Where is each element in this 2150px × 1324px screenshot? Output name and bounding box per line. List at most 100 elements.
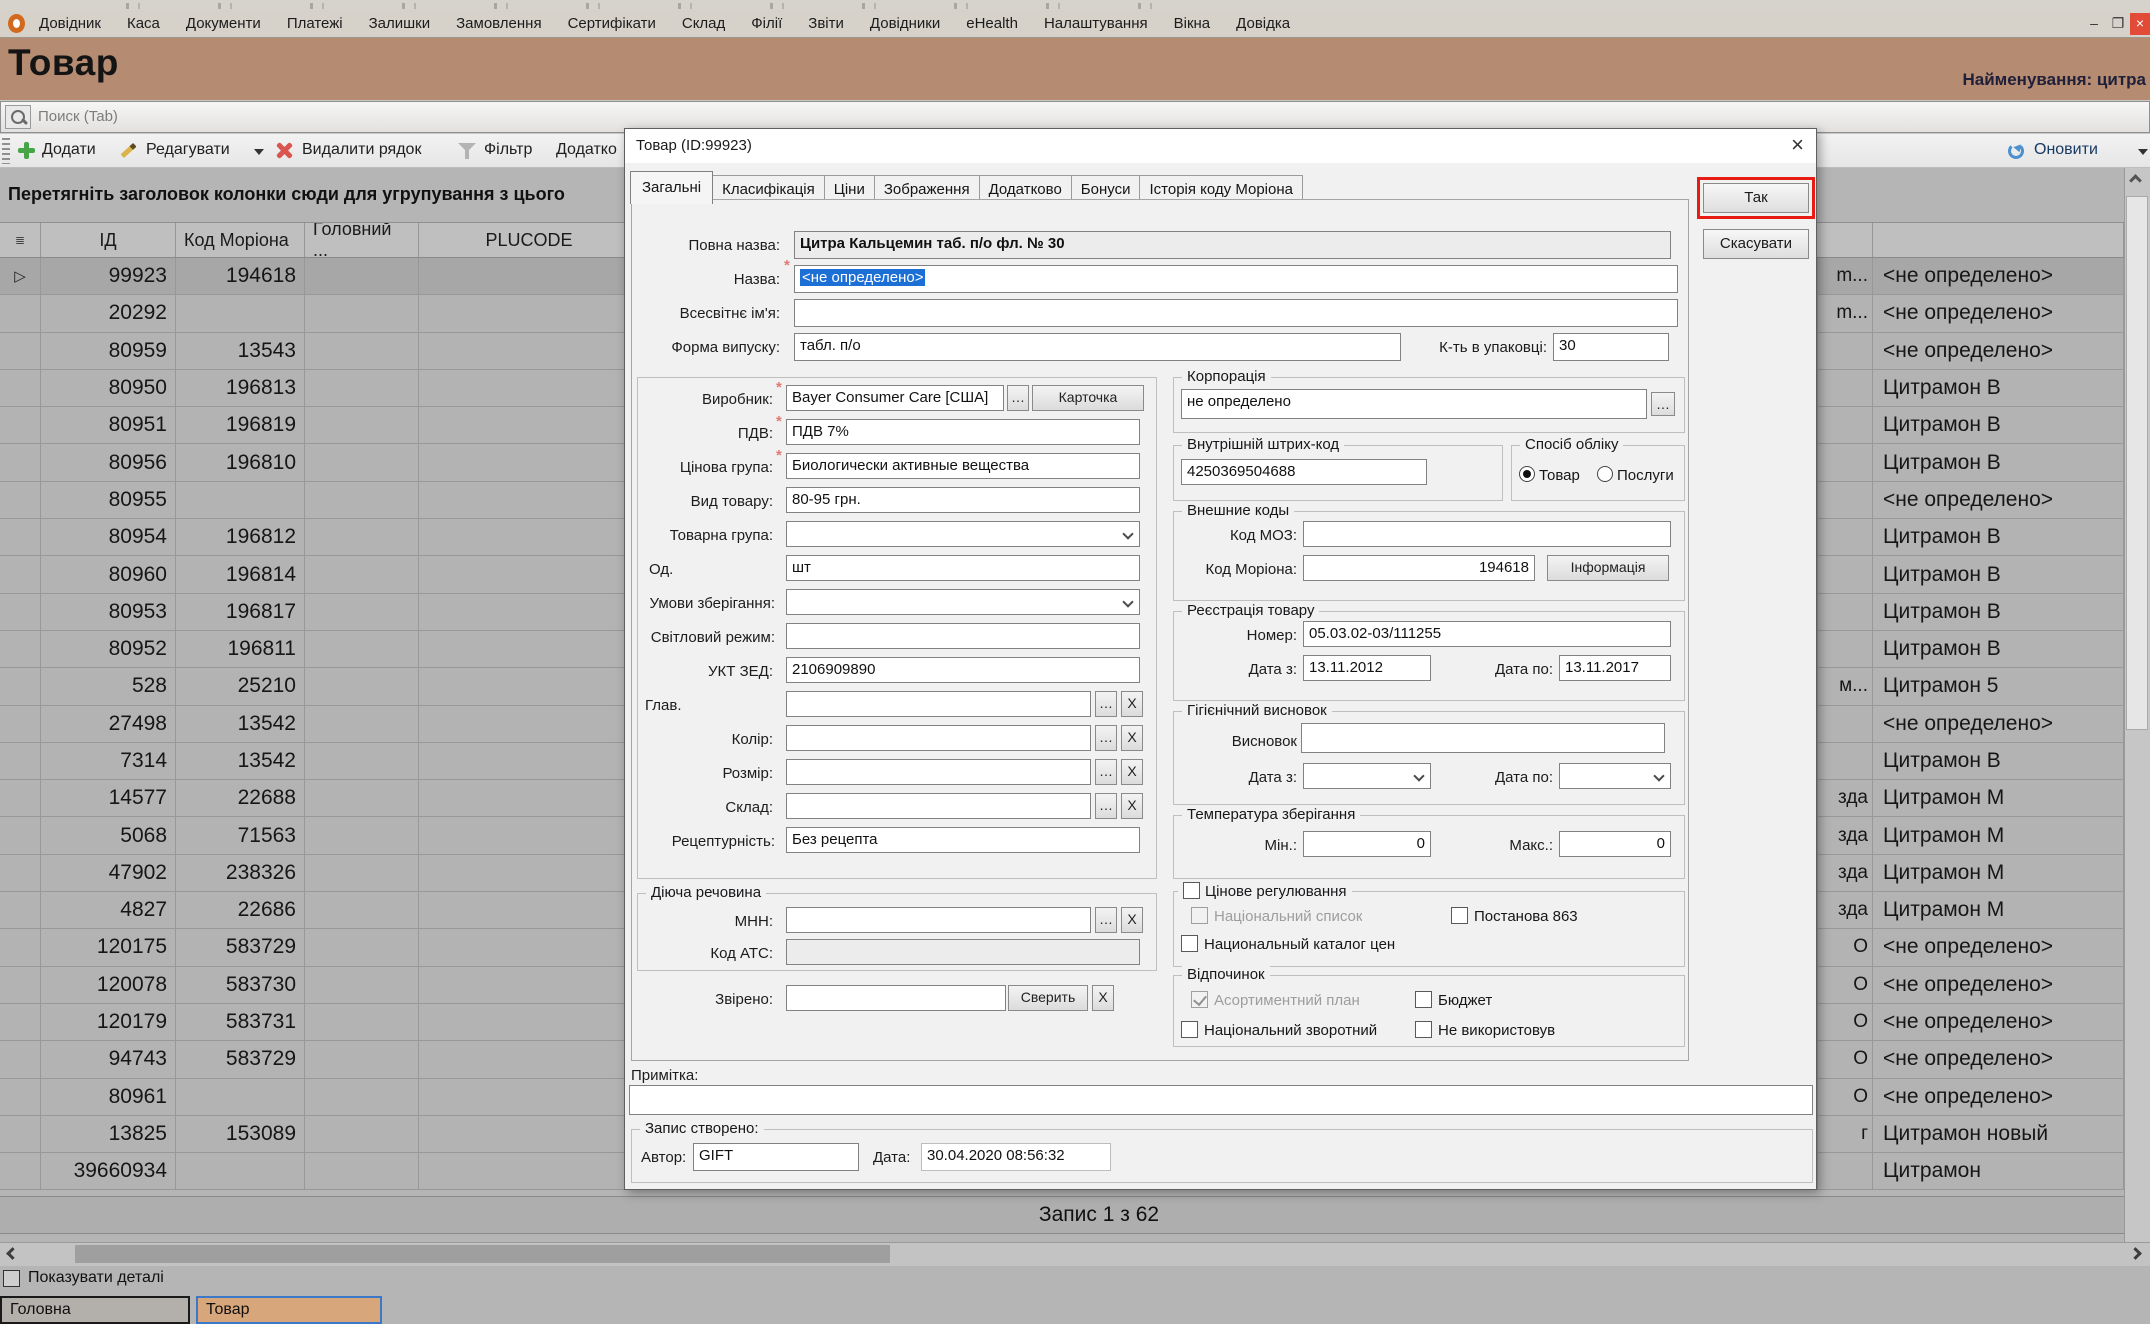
info-button[interactable]: Інформація: [1547, 555, 1669, 581]
color-clear-button[interactable]: X: [1121, 725, 1143, 751]
budget-checkbox[interactable]: [1415, 991, 1432, 1008]
cancel-button[interactable]: Скасувати: [1703, 229, 1809, 259]
morion-code-field[interactable]: 194618: [1303, 555, 1535, 581]
menu-ehealth[interactable]: eHealth: [966, 15, 1018, 32]
mnn-clear-button[interactable]: X: [1121, 907, 1143, 933]
toolbar-overflow-icon[interactable]: [2138, 149, 2148, 155]
corporation-picker-button[interactable]: …: [1651, 392, 1675, 416]
product-kind-select[interactable]: 80-95 грн.: [786, 487, 1140, 513]
size-picker-button[interactable]: …: [1095, 759, 1117, 785]
hyg-date-from-select[interactable]: [1303, 763, 1431, 789]
glav-clear-button[interactable]: X: [1121, 691, 1143, 717]
menu-dovidnyky[interactable]: Довідники: [870, 15, 940, 32]
minimize-button[interactable]: –: [2082, 13, 2106, 35]
column-header-plucode[interactable]: PLUCODE: [419, 223, 640, 257]
reg-date-from-select[interactable]: 13.11.2012: [1303, 655, 1431, 681]
menu-nalashtuvannya[interactable]: Налаштування: [1044, 15, 1148, 32]
menu-zalyshky[interactable]: Залишки: [369, 15, 431, 32]
full-name-field[interactable]: Цитра Кальцемин таб. п/о фл. № 30: [794, 231, 1671, 259]
menu-sertyfikaty[interactable]: Сертифікати: [568, 15, 656, 32]
ukt-zed-field[interactable]: 2106909890: [786, 657, 1140, 683]
radio-goods[interactable]: [1519, 466, 1535, 482]
reg-number-field[interactable]: 05.03.02-03/111255: [1303, 621, 1671, 647]
menu-vikna[interactable]: Вікна: [1174, 15, 1211, 32]
conclusion-field[interactable]: [1301, 723, 1665, 753]
light-mode-field[interactable]: [786, 623, 1140, 649]
selector-header[interactable]: ≣: [0, 223, 41, 257]
column-header-name[interactable]: [1873, 223, 2124, 257]
corporation-field[interactable]: не определено: [1181, 389, 1647, 419]
footer-tab-goods[interactable]: Товар: [196, 1296, 382, 1324]
show-details-checkbox[interactable]: [3, 1270, 20, 1287]
column-header-golovny[interactable]: Головний ...: [305, 223, 419, 257]
glav-picker-button[interactable]: …: [1095, 691, 1117, 717]
assortment-plan-checkbox[interactable]: [1191, 991, 1208, 1008]
delete-row-button[interactable]: Видалити рядок: [302, 141, 421, 159]
checked-field[interactable]: [786, 985, 1006, 1011]
pack-qty-field[interactable]: 30: [1553, 333, 1669, 361]
mnn-field[interactable]: [786, 907, 1091, 933]
more-button[interactable]: Додатко: [556, 141, 617, 159]
prescription-select[interactable]: Без рецепта: [786, 827, 1140, 853]
vertical-scroll-thumb[interactable]: [2126, 196, 2148, 730]
size-clear-button[interactable]: X: [1121, 759, 1143, 785]
national-list-checkbox[interactable]: [1191, 907, 1208, 924]
menu-dovidka[interactable]: Довідка: [1236, 15, 1290, 32]
producer-picker-button[interactable]: …: [1007, 385, 1029, 411]
color-field[interactable]: [786, 725, 1091, 751]
menu-filii[interactable]: Філії: [751, 15, 782, 32]
resolution-863-checkbox[interactable]: [1451, 907, 1468, 924]
tab-zagalni[interactable]: Загальні: [630, 171, 713, 204]
ok-button[interactable]: Так: [1703, 183, 1809, 213]
refresh-button[interactable]: Оновити: [2034, 141, 2098, 159]
column-header-morion-code[interactable]: Код Моріона: [176, 223, 305, 257]
name-field[interactable]: <не определено>: [794, 265, 1678, 293]
add-button[interactable]: Додати: [42, 141, 96, 159]
mnn-picker-button[interactable]: …: [1095, 907, 1117, 933]
price-regulation-checkbox[interactable]: [1183, 882, 1200, 899]
unit-select[interactable]: шт: [786, 555, 1140, 581]
release-form-field[interactable]: табл. п/о: [794, 333, 1401, 361]
note-field[interactable]: [629, 1085, 1813, 1115]
warehouse-field[interactable]: [786, 793, 1091, 819]
menu-dokumenty[interactable]: Документи: [186, 15, 261, 32]
verify-button[interactable]: Сверить: [1008, 985, 1088, 1011]
reg-date-to-select[interactable]: 13.11.2017: [1559, 655, 1671, 681]
temp-max-field[interactable]: 0: [1559, 831, 1671, 857]
edit-button[interactable]: Редагувати: [146, 141, 230, 159]
storage-conditions-select[interactable]: [786, 589, 1140, 615]
national-catalog-checkbox[interactable]: [1181, 935, 1198, 952]
national-return-checkbox[interactable]: [1181, 1021, 1198, 1038]
size-field[interactable]: [786, 759, 1091, 785]
menu-sklad[interactable]: Склад: [682, 15, 725, 32]
warehouse-picker-button[interactable]: …: [1095, 793, 1117, 819]
product-group-select[interactable]: [786, 521, 1140, 547]
horizontal-scroll-thumb[interactable]: [75, 1245, 890, 1263]
glav-field[interactable]: [786, 691, 1091, 717]
color-picker-button[interactable]: …: [1095, 725, 1117, 751]
column-header-id[interactable]: ІД: [41, 223, 176, 257]
close-button[interactable]: ×: [2130, 13, 2150, 35]
menu-kasa[interactable]: Каса: [127, 15, 160, 32]
toolbar-grip[interactable]: [2, 138, 10, 164]
filter-button[interactable]: Фільтр: [484, 141, 532, 159]
dialog-close-icon[interactable]: ×: [1791, 132, 1804, 158]
menu-dovidnyk[interactable]: Довідник: [39, 15, 101, 32]
checked-clear-button[interactable]: X: [1092, 985, 1114, 1011]
dialog-title-bar[interactable]: Товар (ID:99923) ×: [625, 129, 1816, 163]
author-field[interactable]: GIFT: [693, 1143, 859, 1171]
footer-tab-home[interactable]: Головна: [0, 1296, 190, 1324]
restore-button[interactable]: ❐: [2106, 13, 2130, 35]
vat-select[interactable]: ПДВ 7%: [786, 419, 1140, 445]
radio-services[interactable]: [1597, 466, 1613, 482]
producer-field[interactable]: Bayer Consumer Care [США]: [786, 385, 1004, 411]
menu-platezhi[interactable]: Платежі: [287, 15, 343, 32]
not-used-checkbox[interactable]: [1415, 1021, 1432, 1038]
menu-zamovlennya[interactable]: Замовлення: [456, 15, 541, 32]
moz-code-field[interactable]: [1303, 521, 1671, 547]
edit-dropdown-icon[interactable]: [254, 149, 264, 155]
hyg-date-to-select[interactable]: [1559, 763, 1671, 789]
barcode-field[interactable]: 4250369504688: [1181, 459, 1427, 485]
price-group-select[interactable]: Биологически активные вещества: [786, 453, 1140, 479]
producer-card-button[interactable]: Карточка: [1032, 385, 1144, 411]
